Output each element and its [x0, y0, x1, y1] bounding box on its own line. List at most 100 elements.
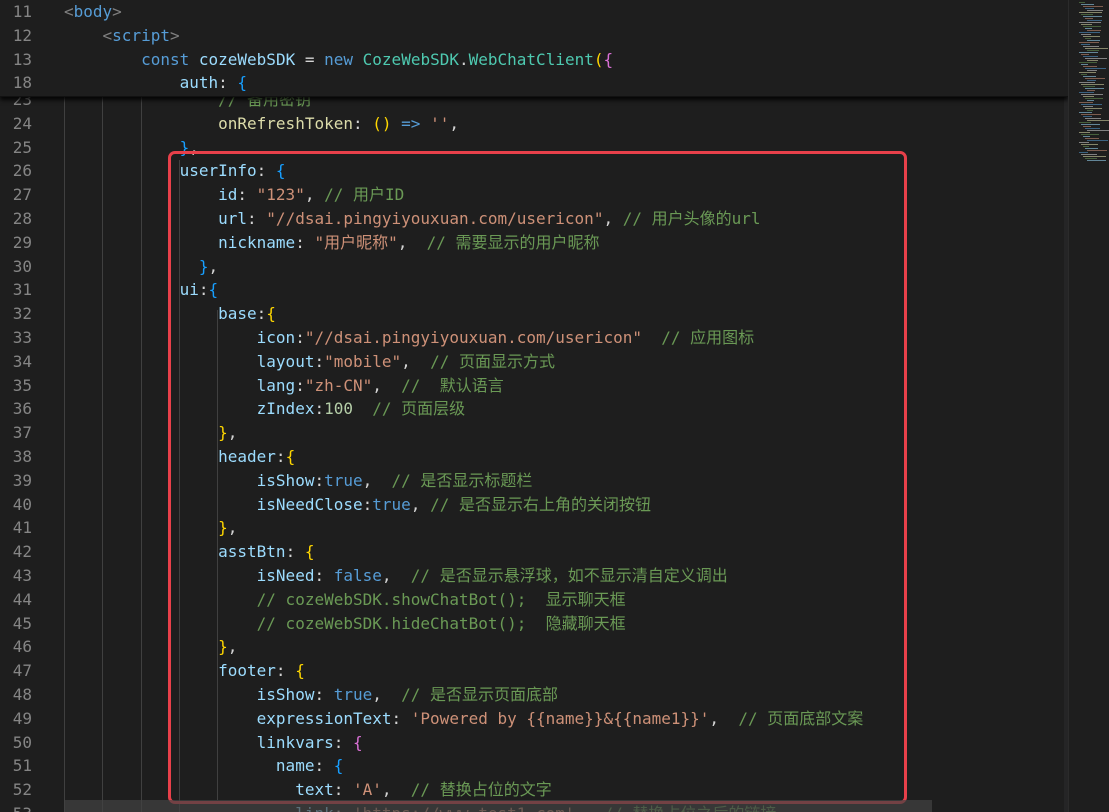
code-token: new: [324, 49, 354, 69]
minimap-line: [1085, 38, 1091, 39]
minimap-line: [1081, 14, 1093, 15]
code-token: (): [372, 113, 392, 133]
minimap-line: [1085, 118, 1101, 119]
code-line[interactable]: onRefreshToken: () => '',: [64, 112, 459, 136]
minimap-line: [1079, 72, 1096, 73]
minimap-line: [1083, 36, 1100, 37]
horizontal-scrollbar[interactable]: [64, 800, 932, 812]
code-line[interactable]: auth: {: [64, 71, 247, 95]
code-token: script: [112, 25, 170, 45]
code-token: {: [237, 73, 248, 93]
line-number: 32: [12, 304, 32, 324]
code-token: (: [593, 49, 604, 69]
line-number: 45: [12, 613, 32, 633]
minimap-line: [1079, 22, 1101, 23]
minimap-line: [1079, 112, 1092, 113]
line-number: 39: [12, 470, 32, 490]
minimap-line: [1085, 58, 1107, 59]
line-number: 34: [12, 351, 32, 371]
minimap-line: [1079, 12, 1102, 13]
minimap-line: [1087, 30, 1101, 31]
minimap-line: [1079, 32, 1100, 33]
line-number: 44: [12, 589, 32, 609]
minimap-line: [1079, 142, 1089, 143]
code-token: <: [64, 2, 74, 21]
minimap-line: [1081, 134, 1099, 135]
line-number: 40: [12, 494, 32, 514]
minimap-line: [1087, 50, 1099, 51]
minimap-line: [1085, 148, 1098, 149]
minimap-line: [1083, 66, 1097, 67]
code-token: :: [352, 113, 373, 133]
code-token: :: [218, 73, 238, 93]
minimap-line: [1085, 28, 1092, 29]
code-token: body: [73, 2, 113, 21]
minimap-line: [1079, 92, 1094, 93]
minimap-line: [1081, 124, 1100, 125]
minimap-line: [1087, 90, 1095, 91]
minimap-line: [1087, 40, 1100, 41]
code-token: =>: [401, 113, 421, 133]
line-number: 51: [12, 756, 32, 776]
minimap-line: [1087, 120, 1109, 121]
line-number: 11: [12, 2, 32, 21]
minimap-line: [1087, 150, 1107, 151]
minimap-line: [1079, 102, 1093, 103]
minimap-line: [1081, 114, 1101, 115]
line-number: 35: [12, 375, 32, 395]
line-number: 36: [12, 399, 32, 419]
minimap-line: [1083, 76, 1096, 77]
code-token: .: [458, 49, 469, 69]
line-number: 12: [12, 25, 32, 45]
minimap-line: [1087, 80, 1096, 81]
minimap-line: [1085, 138, 1099, 139]
line-number: 48: [12, 685, 32, 704]
minimap-line: [1079, 62, 1097, 63]
minimap-line: [1079, 82, 1095, 83]
minimap-line: [1085, 108, 1102, 109]
minimap-line: [1081, 104, 1102, 105]
minimap[interactable]: [1068, 0, 1109, 812]
minimap-line: [1087, 110, 1093, 111]
minimap-line: [1085, 128, 1100, 129]
minimap-line: [1081, 64, 1088, 65]
minimap-line: [1081, 54, 1089, 55]
code-line[interactable]: <script>: [64, 24, 180, 48]
code-token: >: [169, 25, 180, 45]
code-token: CozeWebSDK: [362, 49, 459, 69]
minimap-line: [1083, 116, 1092, 117]
code-line[interactable]: const cozeWebSDK = new CozeWebSDK.WebCha…: [64, 48, 613, 72]
minimap-line: [1083, 86, 1095, 87]
code-token: onRefreshToken: [218, 113, 353, 133]
code-token: auth: [179, 73, 219, 93]
code-editor[interactable]: 23 // 备用密钥 24 onRefreshToken: () => '', 25…: [0, 0, 1068, 812]
line-number: 30: [12, 256, 32, 276]
code-token: >: [112, 2, 122, 21]
minimap-line: [1081, 154, 1097, 155]
line-number: 37: [12, 423, 32, 443]
minimap-line: [1081, 94, 1103, 95]
code-token: <: [102, 25, 113, 45]
minimap-line: [1079, 2, 1085, 3]
line-number: 49: [12, 708, 32, 728]
minimap-line: [1083, 126, 1091, 127]
minimap-line: [1085, 18, 1093, 19]
line-number: 25: [12, 137, 32, 157]
code-line[interactable]: <body>: [64, 0, 122, 24]
line-number: 42: [12, 542, 32, 562]
minimap-line: [1083, 146, 1089, 147]
minimap-line: [1085, 88, 1104, 89]
sticky-scroll-header[interactable]: 11 <body> 12 <script> 13 const cozeWebSDK =…: [0, 0, 1068, 97]
minimap-line: [1085, 48, 1108, 49]
minimap-line: [1085, 8, 1094, 9]
line-number: 50: [12, 732, 32, 752]
line-number: 53: [0, 802, 32, 812]
minimap-line: [1087, 60, 1098, 61]
code-token: =: [295, 49, 325, 69]
minimap-line: [1083, 16, 1102, 17]
minimap-line: [1085, 98, 1103, 99]
